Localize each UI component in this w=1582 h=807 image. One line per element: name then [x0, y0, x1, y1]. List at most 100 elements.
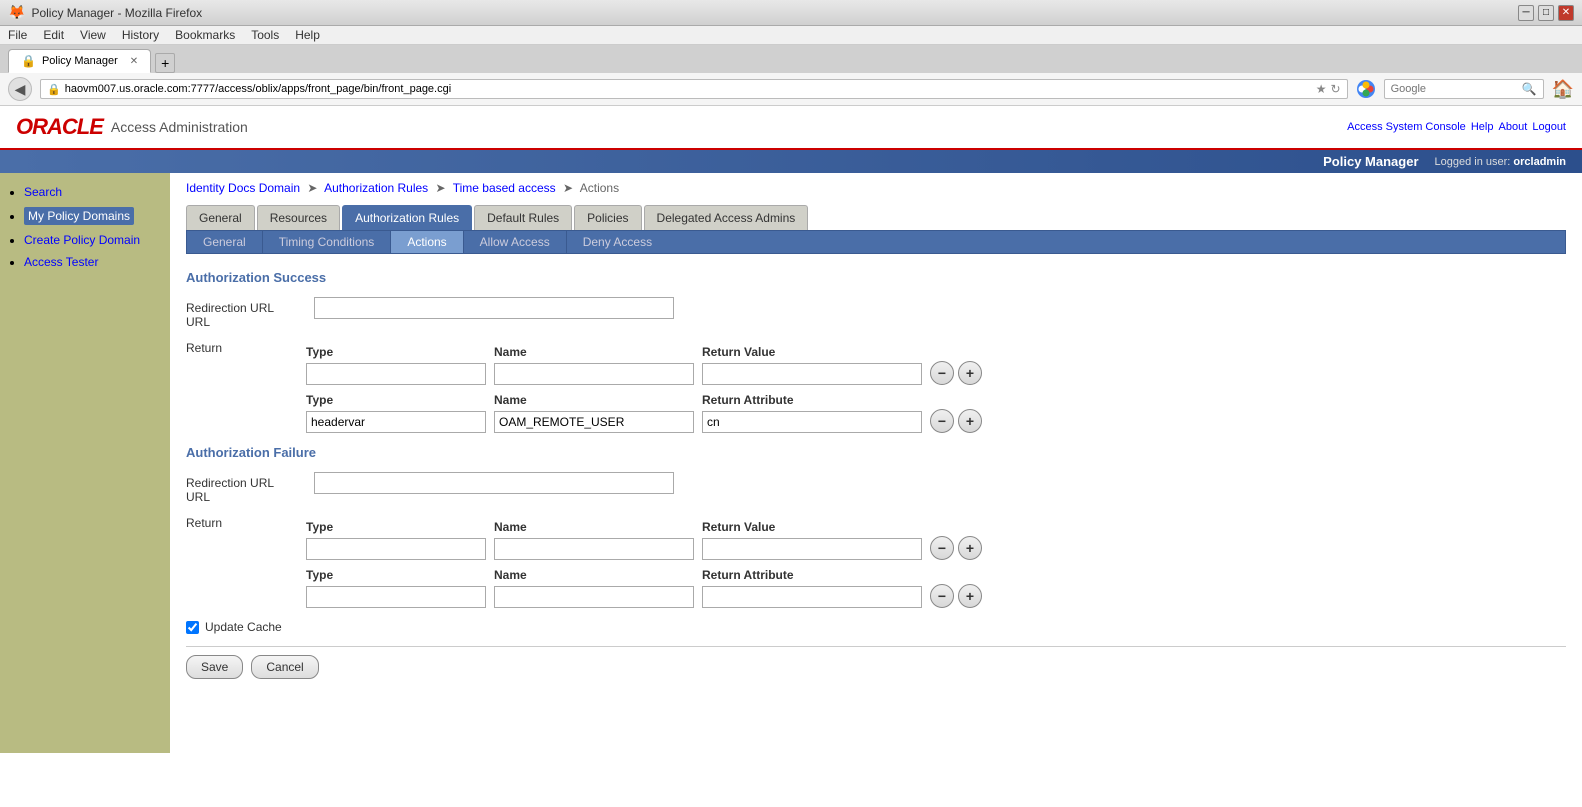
failure-row2-plus-button[interactable]: + — [958, 584, 982, 608]
tab-close-icon[interactable]: ✕ — [130, 56, 138, 67]
tab-policies[interactable]: Policies — [574, 205, 641, 230]
failure-name-input-2[interactable] — [494, 586, 694, 608]
update-cache-checkbox[interactable] — [186, 621, 199, 634]
tab-authorization-rules[interactable]: Authorization Rules — [342, 205, 472, 230]
success-name-input-2[interactable] — [494, 411, 694, 433]
failure-row2-btns: − + — [930, 584, 982, 608]
browser-tab-active[interactable]: 🔒 Policy Manager ✕ — [8, 49, 151, 73]
logout-link[interactable]: Logout — [1532, 121, 1566, 133]
create-policy-domain-link[interactable]: Create Policy Domain — [24, 233, 140, 247]
maximize-button[interactable]: □ — [1538, 5, 1554, 21]
sidebar-item-search: Search — [24, 185, 162, 199]
minimize-button[interactable]: ─ — [1518, 5, 1534, 21]
new-tab-button[interactable]: + — [155, 53, 175, 73]
browser-toolbar: ◀ 🔒 ★ ↻ 🔍 🏠 — [0, 73, 1582, 106]
sub-tab-allow-access[interactable]: Allow Access — [464, 231, 567, 253]
search-link[interactable]: Search — [24, 185, 62, 199]
success-type-input-1[interactable] — [306, 363, 486, 385]
failure-row1-btns: − + — [930, 536, 982, 560]
success-type-input-2[interactable] — [306, 411, 486, 433]
close-button[interactable]: ✕ — [1558, 5, 1574, 21]
sub-tab-actions[interactable]: Actions — [391, 231, 463, 253]
success-row1-btns: − + — [930, 361, 982, 385]
url-input[interactable] — [65, 83, 1316, 95]
sub-tab-deny-access[interactable]: Deny Access — [567, 231, 668, 253]
failure-return-attribute-label: Return Attribute — [702, 568, 922, 582]
help-link[interactable]: Help — [1471, 121, 1494, 133]
my-policy-domains-link[interactable]: My Policy Domains — [28, 209, 130, 223]
success-redirection-url-input[interactable] — [314, 297, 674, 319]
failure-row1-plus-button[interactable]: + — [958, 536, 982, 560]
menu-edit[interactable]: Edit — [43, 28, 64, 42]
failure-return-attribute-input-2[interactable] — [702, 586, 922, 608]
search-bar: 🔍 — [1384, 79, 1544, 99]
success-return-attribute-label: Return Attribute — [702, 393, 922, 407]
menu-view[interactable]: View — [80, 28, 106, 42]
update-cache-label[interactable]: Update Cache — [205, 620, 282, 634]
failure-return-value-input-1[interactable] — [702, 538, 922, 560]
failure-redirection-row: Redirection URL URL — [186, 472, 1566, 504]
main-container: Search My Policy Domains Create Policy D… — [0, 173, 1582, 753]
sidebar: Search My Policy Domains Create Policy D… — [0, 173, 170, 753]
refresh-icon[interactable]: ↻ — [1331, 82, 1341, 96]
home-button[interactable]: 🏠 — [1552, 79, 1574, 100]
failure-name-label-2: Name — [494, 568, 694, 582]
failure-redirection-url-input[interactable] — [314, 472, 674, 494]
logged-in-prefix: Logged in user: — [1435, 156, 1511, 168]
success-row1-plus-button[interactable]: + — [958, 361, 982, 385]
form-divider — [186, 646, 1566, 647]
username: orcladmin — [1513, 156, 1566, 168]
breadcrumb-actions: Actions — [580, 181, 619, 195]
failure-row2-minus-button[interactable]: − — [930, 584, 954, 608]
menu-history[interactable]: History — [122, 28, 159, 42]
menu-help[interactable]: Help — [295, 28, 320, 42]
success-row2-plus-button[interactable]: + — [958, 409, 982, 433]
menu-tools[interactable]: Tools — [251, 28, 279, 42]
content-area: Identity Docs Domain ➤ Authorization Rul… — [170, 173, 1582, 753]
failure-redirection-label: Redirection URL URL — [186, 472, 306, 504]
failure-name-input-1[interactable] — [494, 538, 694, 560]
success-row2-btns: − + — [930, 409, 982, 433]
failure-redir-url-sublabel: URL — [186, 490, 306, 504]
policy-manager-title: Policy Manager — [1323, 154, 1418, 169]
sub-tab-timing-conditions[interactable]: Timing Conditions — [263, 231, 392, 253]
oracle-header: ORACLE Access Administration Access Syst… — [0, 106, 1582, 150]
save-button[interactable]: Save — [186, 655, 243, 679]
search-input[interactable] — [1391, 83, 1522, 95]
tab-resources[interactable]: Resources — [257, 205, 340, 230]
bookmark-icon[interactable]: ★ — [1316, 82, 1327, 96]
sub-tab-general[interactable]: General — [187, 231, 263, 253]
my-policy-domains-active[interactable]: My Policy Domains — [24, 207, 134, 225]
success-name-input-1[interactable] — [494, 363, 694, 385]
about-link[interactable]: About — [1499, 121, 1528, 133]
success-return-value-label: Return Value — [702, 345, 922, 359]
access-tester-link[interactable]: Access Tester — [24, 255, 98, 269]
menu-bookmarks[interactable]: Bookmarks — [175, 28, 235, 42]
sidebar-nav: Search My Policy Domains Create Policy D… — [8, 185, 162, 269]
failure-type-input-2[interactable] — [306, 586, 486, 608]
success-return-value-input-1[interactable] — [702, 363, 922, 385]
tab-default-rules[interactable]: Default Rules — [474, 205, 572, 230]
tab-label: Policy Manager — [42, 55, 118, 67]
google-search-icon — [1356, 79, 1376, 99]
failure-type-input-1[interactable] — [306, 538, 486, 560]
success-row2-minus-button[interactable]: − — [930, 409, 954, 433]
breadcrumb-identity-docs[interactable]: Identity Docs Domain — [186, 181, 300, 195]
cancel-button[interactable]: Cancel — [251, 655, 318, 679]
oracle-top-links: Access System Console Help About Logout — [1347, 121, 1566, 133]
failure-return-row2: Type Name Return Attribute − + — [186, 564, 1566, 608]
success-return-attribute-input-2[interactable] — [702, 411, 922, 433]
menu-file[interactable]: File — [8, 28, 27, 42]
breadcrumb-time-based-access[interactable]: Time based access — [453, 181, 556, 195]
failure-redir-url-label: Redirection URL — [186, 476, 306, 490]
access-system-console-link[interactable]: Access System Console — [1347, 121, 1466, 133]
failure-row1-minus-button[interactable]: − — [930, 536, 954, 560]
search-magnifier-icon[interactable]: 🔍 — [1522, 82, 1537, 96]
breadcrumb-authorization-rules[interactable]: Authorization Rules — [324, 181, 428, 195]
tab-delegated-access-admins[interactable]: Delegated Access Admins — [644, 205, 809, 230]
success-return-row2: Type Name Return Attribute − + — [186, 389, 1566, 433]
tab-general[interactable]: General — [186, 205, 255, 230]
success-row1-minus-button[interactable]: − — [930, 361, 954, 385]
failure-return-section: Return Type Name Return Value − + — [186, 516, 1566, 560]
back-button[interactable]: ◀ — [8, 77, 32, 101]
